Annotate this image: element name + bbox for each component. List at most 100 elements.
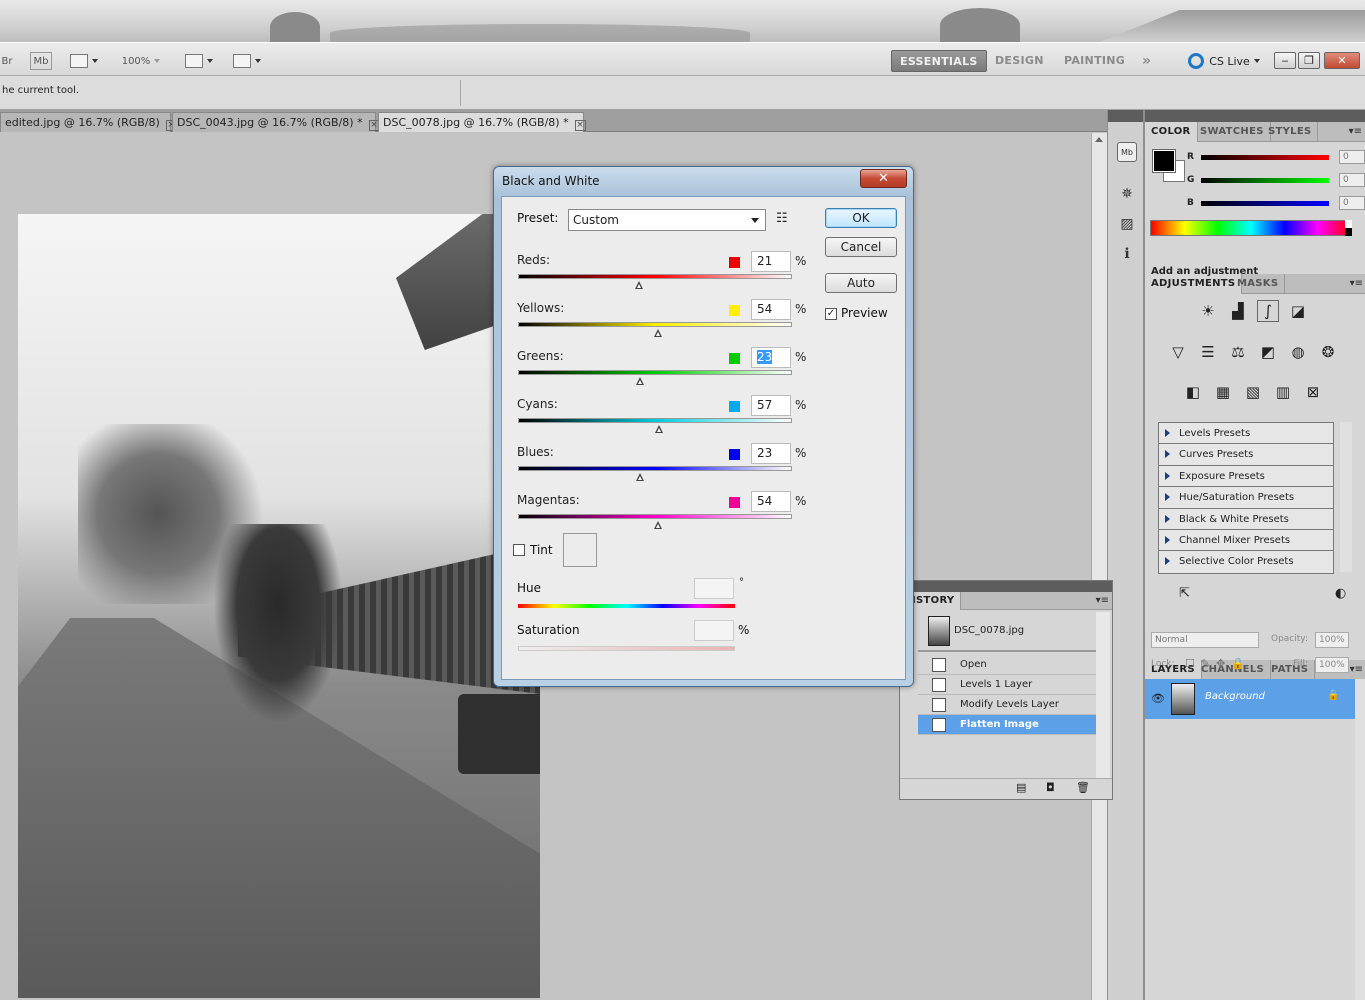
hue-saturation-icon[interactable]: ☰ [1197,341,1219,363]
panel-menu-icon[interactable]: ▾≡ [1350,278,1363,289]
workspace-essentials[interactable]: ESSENTIALS [891,50,987,72]
channel-value-field[interactable]: 0 [1339,173,1365,187]
posterize-icon[interactable]: ▦ [1212,381,1234,403]
foreground-color-swatch[interactable] [1152,149,1176,173]
panel-collapse-bar[interactable] [1145,110,1365,122]
saturation-field[interactable] [694,620,734,641]
slider-thumb[interactable] [653,329,663,337]
tab-styles[interactable]: STYLES [1262,122,1319,142]
exposure-icon[interactable]: ◪ [1287,300,1309,322]
view-extras-button[interactable] [66,52,102,70]
slider-track[interactable] [518,418,792,423]
slider-value-input[interactable]: 57 [751,395,791,416]
launch-mini-bridge-button[interactable]: Mb [30,52,52,70]
channel-slider[interactable] [1201,200,1329,206]
brightness-contrast-icon[interactable]: ☀ [1197,300,1219,322]
navigator-panel-icon[interactable]: ✵ [1117,184,1137,204]
slider-thumb[interactable] [655,425,664,433]
expand-triangle-icon[interactable] [1165,429,1170,437]
preset-dropdown[interactable]: Custom [568,209,766,231]
tab-masks[interactable]: MASKS [1231,274,1286,294]
fill-field[interactable]: 100% [1315,657,1349,673]
tint-checkbox[interactable] [513,544,525,556]
selective-color-icon[interactable]: ⊠ [1302,381,1324,403]
layer-row-background[interactable]: 👁 Background 🔒 [1145,679,1355,719]
tab-adjustments[interactable]: ADJUSTMENTS [1145,274,1243,294]
history-state[interactable]: Modify Levels Layer [918,695,1096,715]
tab-color[interactable]: COLOR [1145,122,1198,142]
tab-dsc-0078[interactable]: DSC_0078.jpg @ 16.7% (RGB/8) * × [378,112,586,132]
return-to-list-icon[interactable]: ⇱ [1179,586,1190,601]
strip-collapse-bar[interactable] [1108,110,1143,122]
close-icon[interactable]: × [574,120,586,131]
slider-thumb[interactable] [635,377,645,385]
new-snapshot-icon[interactable]: ◘ [1046,781,1055,794]
preset-options-icon[interactable]: ☷ [776,211,788,226]
color-spectrum-bar[interactable] [1150,220,1352,236]
zoom-level-dropdown[interactable]: 100% [118,52,164,70]
slider-value-input[interactable]: 54 [751,299,791,320]
arrange-documents-button[interactable] [182,52,216,70]
new-document-from-state-icon[interactable]: ▤ [1016,781,1026,794]
photo-filter-icon[interactable]: ◍ [1287,341,1309,363]
clip-to-layer-icon[interactable]: ◐ [1335,586,1346,601]
more-workspaces-button[interactable]: » [1134,50,1159,72]
slider-value-input[interactable]: 54 [751,491,791,512]
ok-button[interactable]: OK [825,208,897,228]
levels-icon[interactable]: ▟ [1227,300,1249,322]
slider-value-input[interactable]: 23 [751,443,791,464]
hue-field[interactable] [694,578,734,599]
color-balance-icon[interactable]: ⚖ [1227,341,1249,363]
workspace-design[interactable]: DESIGN [987,50,1052,72]
black-white-icon[interactable]: ◩ [1257,341,1279,363]
tab-dsc-0043[interactable]: DSC_0043.jpg @ 16.7% (RGB/8) * × [172,112,380,132]
cs-live-button[interactable]: CS Live [1186,52,1262,70]
channel-slider[interactable] [1201,177,1329,183]
preset-item[interactable]: Curves Presets [1159,444,1333,466]
threshold-icon[interactable]: ▧ [1242,381,1264,403]
slider-thumb[interactable] [635,473,645,481]
slider-thumb[interactable] [634,281,644,289]
preset-item[interactable]: Levels Presets [1159,423,1333,445]
workspace-painting[interactable]: PAINTING [1056,50,1133,72]
blend-mode-dropdown[interactable]: Normal [1151,632,1259,648]
panel-menu-icon[interactable]: ▾≡ [1350,664,1363,675]
history-snapshot[interactable]: DSC_0078.jpg [918,612,1096,652]
history-state[interactable]: Open [918,655,1096,675]
invert-icon[interactable]: ◧ [1182,381,1204,403]
saturation-slider-track[interactable] [518,646,735,651]
preset-item[interactable]: Channel Mixer Presets [1159,530,1333,552]
presets-scrollbar[interactable] [1340,422,1352,572]
channel-value-field[interactable]: 0 [1339,150,1365,164]
curves-icon[interactable]: ∫ [1257,300,1279,322]
screen-mode-button[interactable] [230,52,264,70]
minimize-button[interactable]: ‒ [1274,52,1296,69]
preset-item[interactable]: Black & White Presets [1159,509,1333,530]
close-app-button[interactable]: ✕ [1324,52,1360,69]
canvas-scrollbar[interactable] [1091,133,1107,1000]
slider-track[interactable] [518,514,792,519]
lock-icons[interactable]: ☐✎✥🔒 [1185,657,1251,670]
channel-mixer-icon[interactable]: ❂ [1317,341,1339,363]
hue-slider-track[interactable] [518,604,735,608]
gradient-map-icon[interactable]: ▥ [1272,381,1294,403]
document-image[interactable] [18,214,540,998]
channel-value-field[interactable]: 0 [1339,196,1365,210]
trash-icon[interactable]: 🗑 [1076,781,1090,794]
tab-edited[interactable]: edited.jpg @ 16.7% (RGB/8)× [0,112,177,132]
panel-menu-icon[interactable]: ▾≡ [1349,126,1362,137]
launch-bridge-button[interactable]: Br [0,52,14,70]
slider-track[interactable] [518,370,792,375]
expand-triangle-icon[interactable] [1165,450,1170,459]
scroll-up-icon[interactable] [1095,137,1103,142]
dialog-close-button[interactable]: ✕ [860,169,907,188]
slider-track[interactable] [518,322,792,327]
slider-value-input[interactable]: 21 [751,251,791,272]
history-scrollbar[interactable] [1096,612,1110,778]
slider-value-input[interactable]: 23 [751,347,791,368]
history-state[interactable]: Flatten Image [918,715,1096,735]
slider-thumb[interactable] [653,521,663,529]
expand-triangle-icon[interactable] [1165,557,1170,566]
tab-swatches[interactable]: SWATCHES [1194,122,1271,142]
expand-triangle-icon[interactable] [1165,535,1170,544]
